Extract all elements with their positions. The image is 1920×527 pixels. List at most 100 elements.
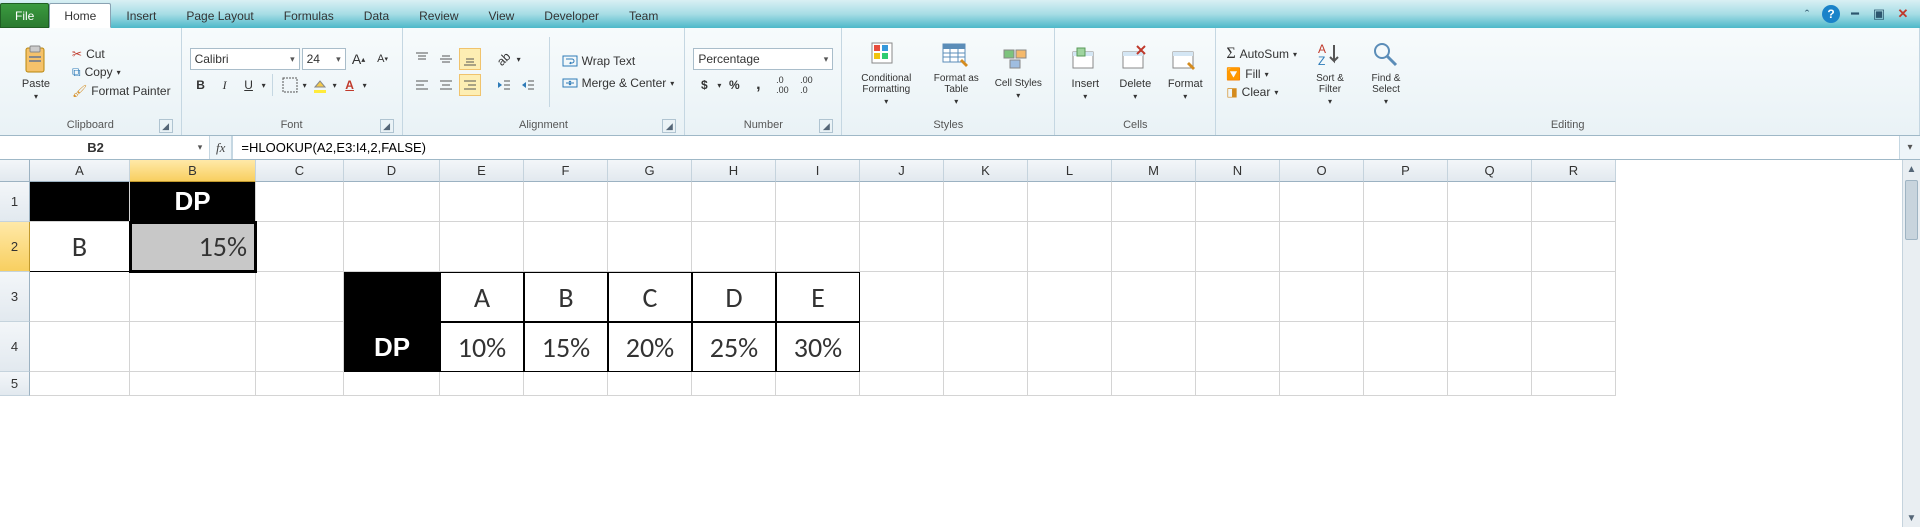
font-dialog-launcher[interactable]: ◢ bbox=[380, 119, 394, 133]
fx-icon[interactable]: fx bbox=[216, 140, 225, 156]
name-box[interactable]: B2 ▾ bbox=[0, 136, 210, 159]
increase-font-icon[interactable]: A▴ bbox=[348, 48, 370, 70]
alignment-dialog-launcher[interactable]: ◢ bbox=[662, 119, 676, 133]
find-select-button[interactable]: Find & Select▾ bbox=[1361, 37, 1411, 108]
cell-F4[interactable]: 15% bbox=[524, 322, 608, 372]
column-header-R[interactable]: R bbox=[1532, 160, 1616, 182]
cell-D4[interactable]: DP bbox=[344, 322, 440, 372]
cell-J5[interactable] bbox=[860, 372, 944, 396]
increase-indent-icon[interactable] bbox=[517, 74, 539, 96]
cell-L3[interactable] bbox=[1028, 272, 1112, 322]
column-header-F[interactable]: F bbox=[524, 160, 608, 182]
cell-D2[interactable] bbox=[344, 222, 440, 272]
cell-A1[interactable] bbox=[30, 182, 130, 222]
percent-button[interactable]: % bbox=[723, 74, 745, 96]
tab-file[interactable]: File bbox=[0, 3, 49, 28]
underline-button[interactable]: U bbox=[238, 74, 260, 96]
cell-styles-button[interactable]: Cell Styles▾ bbox=[990, 42, 1046, 102]
format-cells-button[interactable]: Format▾ bbox=[1163, 42, 1207, 103]
cell-N5[interactable] bbox=[1196, 372, 1280, 396]
cell-C3[interactable] bbox=[256, 272, 344, 322]
cell-K1[interactable] bbox=[944, 182, 1028, 222]
cell-Q2[interactable] bbox=[1448, 222, 1532, 272]
decrease-decimal-icon[interactable]: .00.0 bbox=[795, 74, 817, 96]
fill-button[interactable]: 🔽Fill▾ bbox=[1224, 66, 1299, 82]
cell-M3[interactable] bbox=[1112, 272, 1196, 322]
font-name-combo[interactable]: Calibri▾ bbox=[190, 48, 300, 70]
format-painter-button[interactable]: 🖌Format Painter bbox=[70, 83, 173, 99]
cell-E2[interactable] bbox=[440, 222, 524, 272]
cell-G4[interactable]: 20% bbox=[608, 322, 692, 372]
cell-H4[interactable]: 25% bbox=[692, 322, 776, 372]
decrease-indent-icon[interactable] bbox=[493, 74, 515, 96]
cell-P3[interactable] bbox=[1364, 272, 1448, 322]
cell-B3[interactable] bbox=[130, 272, 256, 322]
align-top-icon[interactable] bbox=[411, 48, 433, 70]
column-header-L[interactable]: L bbox=[1028, 160, 1112, 182]
cell-R5[interactable] bbox=[1532, 372, 1616, 396]
align-right-icon[interactable] bbox=[459, 74, 481, 96]
tab-home[interactable]: Home bbox=[49, 3, 111, 28]
column-header-G[interactable]: G bbox=[608, 160, 692, 182]
number-format-combo[interactable]: Percentage▾ bbox=[693, 48, 833, 70]
cell-G5[interactable] bbox=[608, 372, 692, 396]
cell-F3[interactable]: B bbox=[524, 272, 608, 322]
decrease-font-icon[interactable]: A▾ bbox=[372, 48, 394, 70]
cell-E1[interactable] bbox=[440, 182, 524, 222]
close-icon[interactable]: ✕ bbox=[1894, 5, 1912, 23]
cell-P5[interactable] bbox=[1364, 372, 1448, 396]
paste-button[interactable]: Paste ▾ bbox=[8, 42, 64, 103]
cell-H3[interactable]: D bbox=[692, 272, 776, 322]
cell-D1[interactable] bbox=[344, 182, 440, 222]
scroll-up-icon[interactable]: ▲ bbox=[1903, 160, 1920, 178]
cell-D3[interactable] bbox=[344, 272, 440, 322]
cell-F5[interactable] bbox=[524, 372, 608, 396]
sort-filter-button[interactable]: AZ Sort & Filter▾ bbox=[1305, 37, 1355, 108]
cell-P1[interactable] bbox=[1364, 182, 1448, 222]
cell-A5[interactable] bbox=[30, 372, 130, 396]
cell-J3[interactable] bbox=[860, 272, 944, 322]
cell-O2[interactable] bbox=[1280, 222, 1364, 272]
increase-decimal-icon[interactable]: .0.00 bbox=[771, 74, 793, 96]
comma-button[interactable]: , bbox=[747, 74, 769, 96]
cell-A2[interactable]: B bbox=[30, 222, 130, 272]
select-all-triangle[interactable] bbox=[0, 160, 30, 182]
formula-bar-expand-icon[interactable]: ▾ bbox=[1900, 136, 1920, 159]
cell-Q4[interactable] bbox=[1448, 322, 1532, 372]
scroll-down-icon[interactable]: ▼ bbox=[1903, 509, 1920, 527]
cell-Q3[interactable] bbox=[1448, 272, 1532, 322]
align-left-icon[interactable] bbox=[411, 74, 433, 96]
clipboard-dialog-launcher[interactable]: ◢ bbox=[159, 119, 173, 133]
orientation-icon[interactable]: ab bbox=[493, 48, 515, 70]
tab-data[interactable]: Data bbox=[349, 3, 404, 28]
cell-H1[interactable] bbox=[692, 182, 776, 222]
cell-L5[interactable] bbox=[1028, 372, 1112, 396]
cell-N1[interactable] bbox=[1196, 182, 1280, 222]
column-header-M[interactable]: M bbox=[1112, 160, 1196, 182]
restore-icon[interactable]: ▣ bbox=[1870, 5, 1888, 23]
cell-F2[interactable] bbox=[524, 222, 608, 272]
align-center-icon[interactable] bbox=[435, 74, 457, 96]
tab-team[interactable]: Team bbox=[614, 3, 673, 28]
cell-N2[interactable] bbox=[1196, 222, 1280, 272]
cell-K5[interactable] bbox=[944, 372, 1028, 396]
wrap-text-button[interactable]: Wrap Text bbox=[560, 52, 677, 70]
cell-B1[interactable]: DP bbox=[130, 182, 256, 222]
cell-R1[interactable] bbox=[1532, 182, 1616, 222]
formula-input[interactable] bbox=[232, 136, 1900, 159]
cell-B2[interactable]: 15% bbox=[130, 222, 256, 272]
cell-I2[interactable] bbox=[776, 222, 860, 272]
tab-review[interactable]: Review bbox=[404, 3, 473, 28]
cell-M5[interactable] bbox=[1112, 372, 1196, 396]
row-header-5[interactable]: 5 bbox=[0, 372, 30, 396]
cell-M2[interactable] bbox=[1112, 222, 1196, 272]
cell-G2[interactable] bbox=[608, 222, 692, 272]
column-header-J[interactable]: J bbox=[860, 160, 944, 182]
ribbon-minimize-icon[interactable]: ˆ bbox=[1798, 5, 1816, 23]
cell-K3[interactable] bbox=[944, 272, 1028, 322]
column-header-N[interactable]: N bbox=[1196, 160, 1280, 182]
cell-B5[interactable] bbox=[130, 372, 256, 396]
cell-J2[interactable] bbox=[860, 222, 944, 272]
cell-J1[interactable] bbox=[860, 182, 944, 222]
format-as-table-button[interactable]: Format as Table▾ bbox=[928, 37, 984, 108]
